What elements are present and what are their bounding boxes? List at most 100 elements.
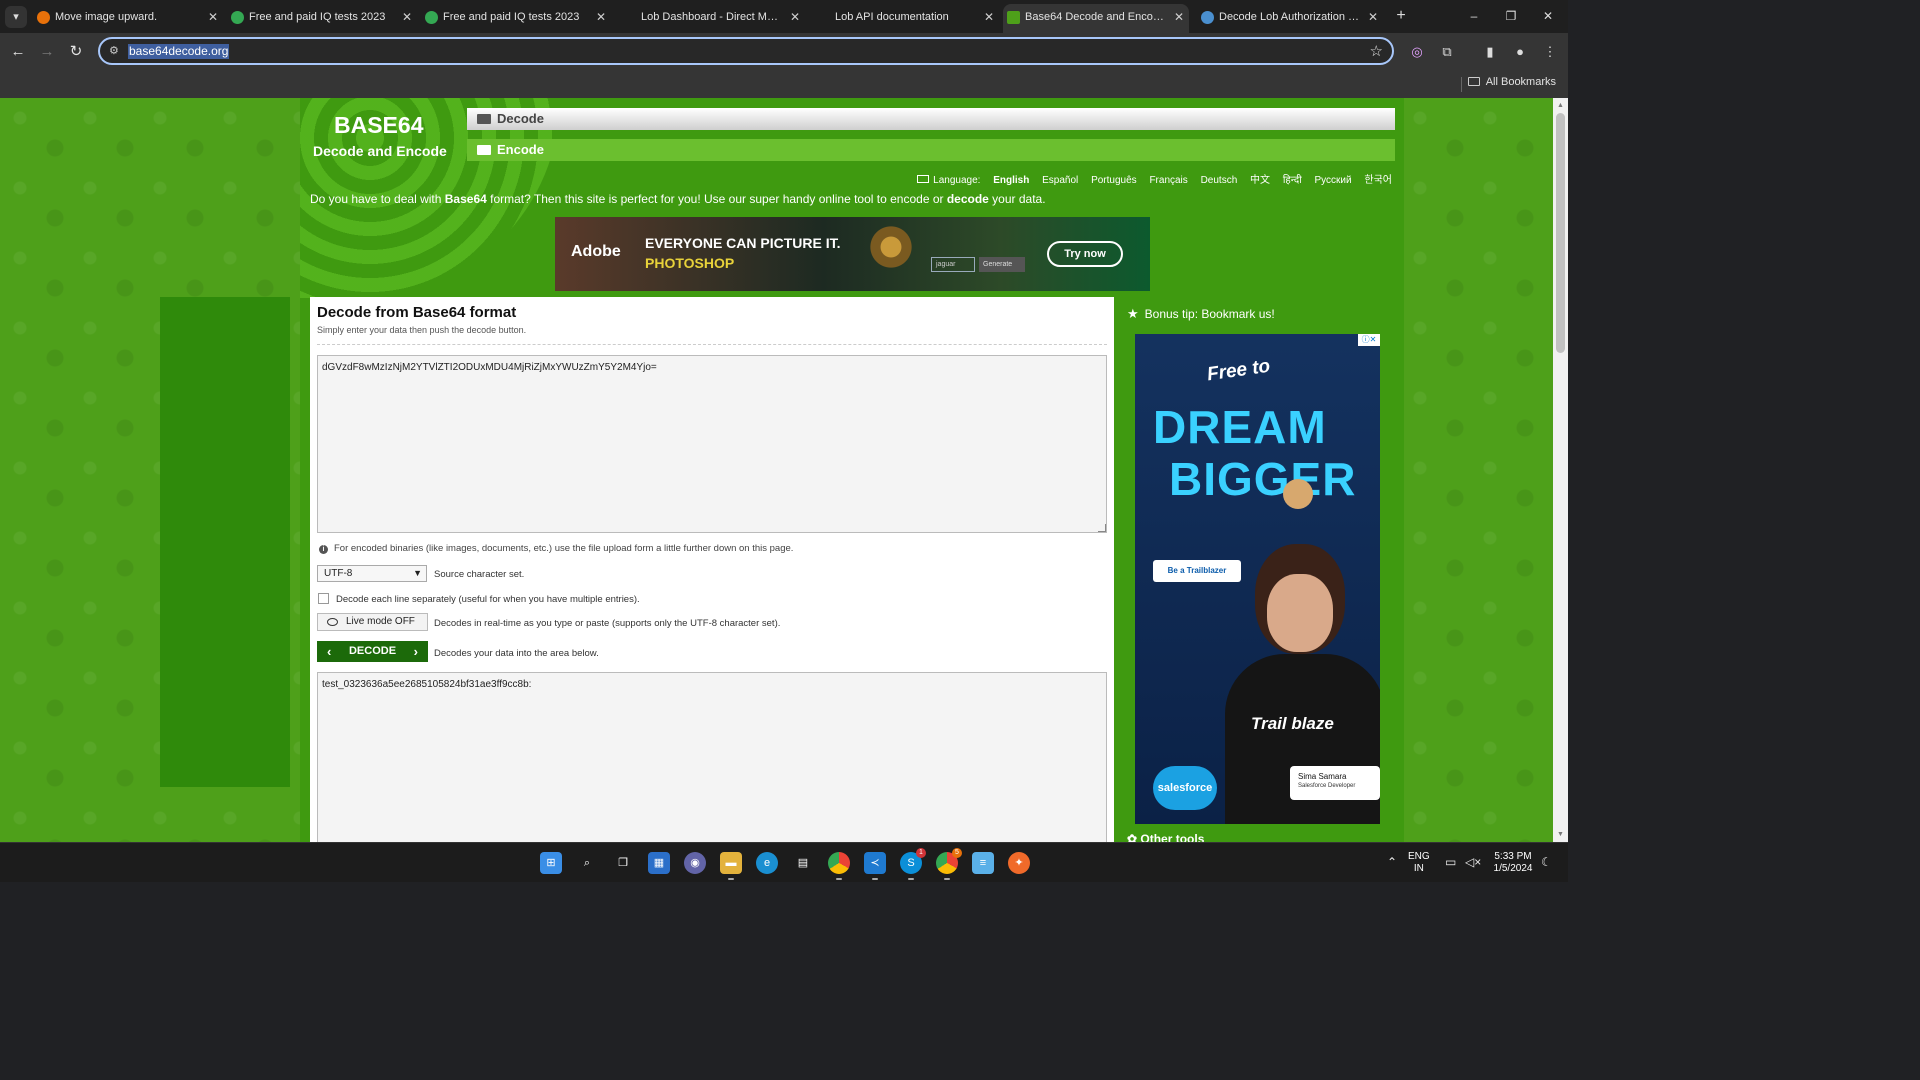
chrome-icon[interactable] (828, 852, 850, 880)
close-window-button[interactable]: ✕ (1535, 6, 1561, 26)
vscode-icon[interactable]: ≺ (864, 852, 886, 880)
lang-hindi[interactable]: हिन्दी (1283, 175, 1302, 186)
decode-lines-checkbox[interactable] (318, 593, 329, 604)
folder-open-icon (477, 114, 491, 124)
tab-title: Free and paid IQ tests 2023 (443, 11, 580, 23)
charset-label: Source character set. (434, 569, 525, 580)
adchoices-icon[interactable]: ⓘ✕ (1358, 334, 1380, 346)
salesforce-side-ad[interactable]: ⓘ✕ Free to DREAM BIGGER Be a Trailblazer… (1135, 334, 1380, 824)
scroll-down-arrow-icon[interactable]: ▼ (1556, 830, 1565, 839)
lang-portugues[interactable]: Português (1091, 175, 1137, 186)
lang-espanol[interactable]: Español (1042, 175, 1078, 186)
tab-lob-dashboard[interactable]: Lob Dashboard - Direct Mail ar ✕ (615, 4, 805, 33)
tab-iq-tests-1[interactable]: Free and paid IQ tests 2023 ✕ (227, 4, 417, 33)
tab-close-icon[interactable]: ✕ (208, 4, 218, 31)
decode-lines-label[interactable]: Decode each line separately (useful for … (336, 594, 640, 605)
lang-english[interactable]: English (993, 175, 1029, 186)
restore-button[interactable]: ❐ (1498, 6, 1524, 26)
teams-chat-icon[interactable]: ◉ (684, 852, 706, 874)
tab-close-icon[interactable]: ✕ (790, 4, 800, 31)
chrome-profile-icon[interactable]: 5 (936, 848, 962, 880)
be-a-trailblazer-button[interactable]: Be a Trailblazer (1153, 560, 1241, 582)
chevron-left-icon: ‹ (327, 644, 332, 659)
lang-korean[interactable]: 한국어 (1364, 175, 1392, 186)
lang-francais[interactable]: Français (1149, 175, 1187, 186)
tab-base64-decode[interactable]: Base64 Decode and Encode - O ✕ (1003, 4, 1189, 33)
tab-favicon (1007, 11, 1020, 24)
resize-handle[interactable] (1098, 524, 1106, 532)
url-text[interactable]: base64decode.org (128, 44, 230, 59)
scrollbar-thumb[interactable] (1556, 113, 1565, 353)
charset-select[interactable]: UTF-8 ▼ (317, 565, 427, 582)
base64-input[interactable]: dGVzdF8wMzIzNjM2YTVlZTI2ODUxMDU4MjRiZjMx… (317, 355, 1107, 533)
avatar-icon[interactable]: ● (1511, 43, 1529, 61)
other-tools-heading: ✿ Other tools (1127, 832, 1204, 842)
tab-search-button[interactable]: ▾ (5, 6, 27, 28)
skype-icon[interactable]: S1 (900, 848, 926, 880)
notifications-icon[interactable]: ☾ (1541, 855, 1552, 869)
decode-button[interactable]: ‹ DECODE › (317, 641, 428, 662)
ad-headline: EVERYONE CAN PICTURE IT. (645, 235, 841, 251)
brave-like-icon[interactable]: ✦ (1008, 852, 1030, 874)
search-icon[interactable]: ⌕ (576, 852, 598, 874)
menu-encode[interactable]: Encode (467, 139, 1395, 161)
tray-overflow-icon[interactable]: ⌃ (1387, 855, 1397, 869)
file-explorer-icon[interactable]: ▬ (720, 852, 742, 880)
extensions-icon[interactable]: ⧉ (1438, 43, 1456, 61)
bookmark-star-icon[interactable]: ☆ (1370, 42, 1383, 60)
site-info-icon[interactable]: ⚙ (109, 44, 123, 58)
menu-decode[interactable]: Decode (467, 108, 1395, 130)
new-tab-button[interactable]: + (1392, 6, 1410, 26)
tab-iq-tests-2[interactable]: Free and paid IQ tests 2023 ✕ (421, 4, 611, 33)
tab-close-icon[interactable]: ✕ (402, 4, 412, 31)
tab-close-icon[interactable]: ✕ (1174, 4, 1184, 31)
network-icon[interactable]: ▭ (1445, 855, 1456, 869)
lang-chinese[interactable]: 中文 (1250, 175, 1270, 186)
live-mode-toggle[interactable]: Live mode OFF (317, 613, 428, 631)
page-scrollbar[interactable]: ▲ ▼ (1553, 98, 1568, 842)
page-viewport: BASE64 Decode and Encode Decode Encode L… (0, 98, 1553, 842)
tab-close-icon[interactable]: ✕ (596, 4, 606, 31)
profile-circle-icon[interactable]: ◎ (1408, 43, 1426, 61)
binary-note: i For encoded binaries (like images, docu… (319, 543, 793, 554)
back-button[interactable]: ← (7, 41, 29, 63)
hoodie-text: Trail blaze (1251, 714, 1334, 733)
input-language[interactable]: ENG IN (1408, 851, 1430, 875)
tab-decode-lob-key[interactable]: Decode Lob Authorization Key ✕ (1197, 4, 1383, 33)
reload-button[interactable]: ↻ (65, 41, 87, 63)
windows-taskbar: ⊞ ⌕ ❐ ▦ ◉ ▬ e ▤ ≺ S1 5 ≡ ✦ ⌃ ENG IN ▭ ◁× … (0, 842, 1568, 882)
menu-encode-label: Encode (497, 142, 544, 157)
widgets-icon[interactable]: ▦ (648, 852, 670, 874)
tab-title: Free and paid IQ tests 2023 (249, 11, 386, 23)
store-icon[interactable]: ▤ (792, 852, 814, 874)
site-logo-title[interactable]: BASE64 (334, 112, 423, 139)
tab-close-icon[interactable]: ✕ (1368, 4, 1378, 31)
edge-icon[interactable]: e (756, 852, 778, 874)
address-bar[interactable]: ⚙ base64decode.org ☆ (98, 37, 1394, 65)
notepad-icon[interactable]: ≡ (972, 852, 994, 874)
task-view-icon[interactable]: ❐ (612, 852, 634, 874)
ad-product: PHOTOSHOP (645, 255, 735, 271)
ad-try-now-button[interactable]: Try now (1047, 241, 1123, 267)
site-logo-subtitle[interactable]: Decode and Encode (313, 143, 447, 159)
lang-deutsch[interactable]: Deutsch (1201, 175, 1238, 186)
lang-russian[interactable]: Русский (1315, 175, 1352, 186)
tab-lob-api-docs[interactable]: Lob API documentation ✕ (809, 4, 999, 33)
volume-muted-icon[interactable]: ◁× (1465, 855, 1481, 869)
all-bookmarks-button[interactable]: All Bookmarks (1467, 76, 1556, 88)
tab-close-icon[interactable]: ✕ (984, 4, 994, 31)
decode-title: Decode from Base64 format (317, 304, 517, 321)
clock[interactable]: 5:33 PM 1/5/2024 (1490, 851, 1536, 875)
browser-toolbar: ← → ↻ ⚙ base64decode.org ☆ ◎ ⧉ ▮ ● ⋮ (0, 33, 1568, 71)
decoded-output[interactable]: test_0323636a5ee2685105824bf31ae3ff9cc8b… (317, 672, 1107, 842)
adobe-banner-ad[interactable]: Adobe EVERYONE CAN PICTURE IT. PHOTOSHOP… (555, 217, 1150, 291)
sidebar-icon[interactable]: ▮ (1481, 43, 1499, 61)
forward-button[interactable]: → (36, 41, 58, 63)
windows-start-icon[interactable]: ⊞ (540, 852, 562, 874)
kebab-menu-icon[interactable]: ⋮ (1541, 43, 1559, 61)
scroll-up-arrow-icon[interactable]: ▲ (1556, 101, 1565, 110)
tab-move-image[interactable]: Move image upward. ✕ (33, 4, 223, 33)
all-bookmarks-label: All Bookmarks (1485, 76, 1556, 88)
minimize-button[interactable]: – (1461, 6, 1487, 26)
ad-prompt-chip: jaguar (931, 257, 975, 272)
